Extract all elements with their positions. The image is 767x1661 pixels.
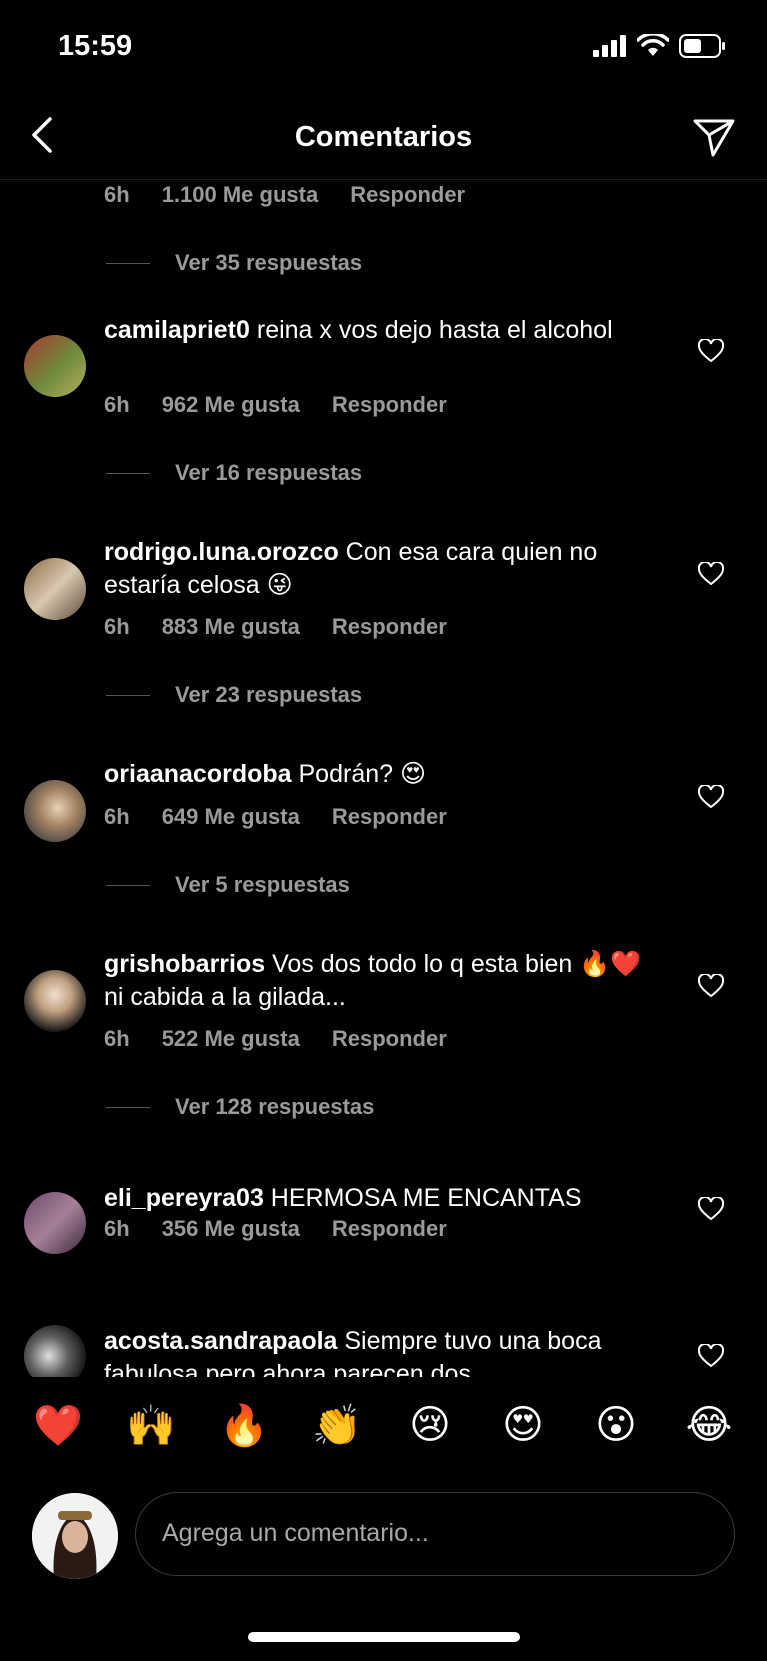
replies-divider <box>106 694 150 696</box>
view-replies[interactable]: Ver 128 respuestas <box>106 1094 374 1120</box>
view-replies[interactable]: Ver 35 respuestas <box>106 250 362 276</box>
comment-likes[interactable]: 1.100 Me gusta <box>162 182 319 208</box>
reaction-fire[interactable]: 🔥 <box>216 1402 272 1449</box>
reply-button[interactable]: Responder <box>332 614 447 640</box>
reaction-raised-hands[interactable]: 🙌 <box>123 1402 179 1449</box>
reaction-surprised[interactable]: 😮 <box>588 1402 644 1448</box>
battery-icon <box>679 34 725 58</box>
comment-text: eli_pereyra03 HERMOSA ME ENCANTAS <box>104 1182 644 1215</box>
replies-divider <box>106 472 150 474</box>
heart-outline-icon[interactable] <box>698 785 724 809</box>
wifi-icon <box>637 34 669 56</box>
reaction-heart-eyes[interactable]: 😍 <box>495 1402 551 1448</box>
comment-list[interactable]: 6h 1.100 Me gusta Responder Ver 35 respu… <box>0 179 767 1377</box>
comment-text: oriaanacordoba Podrán? 😍 <box>104 758 644 791</box>
comment-username[interactable]: rodrigo.luna.orozco <box>104 538 339 566</box>
view-replies-label[interactable]: Ver 35 respuestas <box>175 250 362 276</box>
avatar[interactable] <box>24 970 86 1032</box>
comment-body: Podrán? 😍 <box>291 760 427 788</box>
view-replies[interactable]: Ver 16 respuestas <box>106 460 362 486</box>
replies-divider <box>106 884 150 886</box>
comment-text: acosta.sandrapaola Siempre tuvo una boca… <box>104 1325 644 1377</box>
reaction-clap[interactable]: 👏 <box>309 1402 365 1449</box>
paper-plane-icon[interactable] <box>691 113 737 159</box>
heart-outline-icon[interactable] <box>698 974 724 998</box>
avatar[interactable] <box>24 1192 86 1254</box>
comment-input[interactable]: Agrega un comentario... <box>135 1492 735 1576</box>
view-replies-label[interactable]: Ver 5 respuestas <box>175 872 350 898</box>
replies-divider <box>106 262 150 264</box>
comment-composer: Agrega un comentario... <box>0 1488 767 1588</box>
comment-meta: 6h 649 Me gusta Responder <box>104 804 479 830</box>
comment-input-placeholder: Agrega un comentario... <box>162 1519 429 1547</box>
reply-button[interactable]: Responder <box>350 182 465 208</box>
comment-meta: 6h 883 Me gusta Responder <box>104 614 479 640</box>
comment-time: 6h <box>104 1216 130 1241</box>
comment-meta: 6h 522 Me gusta Responder <box>104 1026 479 1052</box>
comment-username[interactable]: eli_pereyra03 <box>104 1184 264 1212</box>
comment-likes[interactable]: 356 Me gusta <box>162 1216 300 1242</box>
reaction-crying[interactable]: 😢 <box>402 1402 458 1448</box>
comment-text: grishobarrios Vos dos todo lo q esta bie… <box>104 948 644 1014</box>
reaction-heart[interactable]: ❤️ <box>30 1402 86 1449</box>
comment-time: 6h <box>104 182 130 207</box>
status-icons <box>593 34 727 58</box>
home-indicator[interactable] <box>248 1632 520 1642</box>
reply-button[interactable]: Responder <box>332 392 447 418</box>
reply-button[interactable]: Responder <box>332 1216 447 1242</box>
avatar[interactable] <box>24 335 86 397</box>
comment-time: 6h <box>104 804 130 829</box>
heart-outline-icon[interactable] <box>698 339 724 363</box>
view-replies[interactable]: Ver 23 respuestas <box>106 682 362 708</box>
signal-icon <box>593 35 626 57</box>
heart-outline-icon[interactable] <box>698 562 724 586</box>
comment-username[interactable]: camilapriet0 <box>104 316 250 344</box>
comment-time: 6h <box>104 614 130 639</box>
heart-outline-icon[interactable] <box>698 1197 724 1221</box>
page-title: Comentarios <box>294 121 473 153</box>
view-replies-label[interactable]: Ver 16 respuestas <box>175 460 362 486</box>
view-replies-label[interactable]: Ver 128 respuestas <box>175 1094 374 1120</box>
avatar-portrait <box>32 1493 118 1579</box>
comment-meta: 6h 1.100 Me gusta Responder <box>104 182 497 208</box>
comment-meta: 6h 356 Me gusta Responder <box>104 1216 479 1242</box>
comment-body: HERMOSA ME ENCANTAS <box>263 1184 582 1212</box>
status-bar: 15:59 <box>0 0 767 90</box>
reply-button[interactable]: Responder <box>332 804 447 830</box>
comment-likes[interactable]: 883 Me gusta <box>162 614 300 640</box>
comment-likes[interactable]: 962 Me gusta <box>162 392 300 418</box>
comments-header: Comentarios <box>0 95 767 180</box>
emoji-reaction-bar: ❤️ 🙌 🔥 👏 😢 😍 😮 😂 <box>0 1385 767 1465</box>
comment-time: 6h <box>104 1026 130 1051</box>
comment-meta: 6h 962 Me gusta Responder <box>104 392 479 418</box>
avatar[interactable] <box>24 780 86 842</box>
avatar[interactable] <box>24 558 86 620</box>
comment-body: reina x vos dejo hasta el alcohol <box>249 316 613 344</box>
comment-username[interactable]: acosta.sandrapaola <box>104 1327 337 1355</box>
comment-username[interactable]: grishobarrios <box>104 950 265 978</box>
comment-text: camilapriet0 reina x vos dejo hasta el a… <box>104 314 644 347</box>
my-avatar <box>32 1493 118 1579</box>
avatar[interactable] <box>24 1325 86 1377</box>
replies-divider <box>106 1106 150 1108</box>
view-replies-label[interactable]: Ver 23 respuestas <box>175 682 362 708</box>
reply-button[interactable]: Responder <box>332 1026 447 1052</box>
comment-username[interactable]: oriaanacordoba <box>104 760 292 788</box>
status-time: 15:59 <box>58 30 133 62</box>
comment-text: rodrigo.luna.orozco Con esa cara quien n… <box>104 536 644 602</box>
comment-likes[interactable]: 649 Me gusta <box>162 804 300 830</box>
reaction-laughing[interactable]: 😂 <box>681 1402 737 1448</box>
comment-likes[interactable]: 522 Me gusta <box>162 1026 300 1052</box>
heart-outline-icon[interactable] <box>698 1344 724 1368</box>
view-replies[interactable]: Ver 5 respuestas <box>106 872 350 898</box>
comment-time: 6h <box>104 392 130 417</box>
